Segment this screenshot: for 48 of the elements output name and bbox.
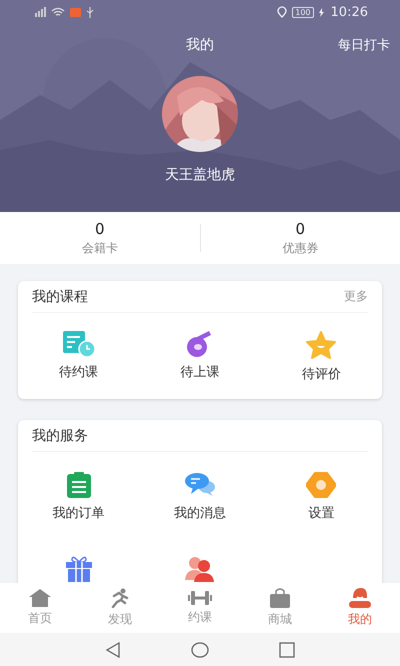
people-icon[interactable] [184, 556, 215, 582]
user-name: 天王盖地虎 [165, 166, 235, 184]
tab[interactable]: 我的 [320, 583, 400, 633]
dumbbell-icon [188, 590, 212, 606]
course-item[interactable]: 待上课 [139, 331, 261, 383]
tab[interactable]: 发现 [80, 583, 160, 633]
whistle-icon [186, 331, 213, 357]
settings-icon[interactable] [306, 472, 336, 498]
stat-count: 0 [94, 220, 105, 238]
item-label[interactable]: 我的消息 [174, 504, 226, 522]
person-icon [349, 588, 371, 608]
bag-icon [270, 588, 290, 608]
tab[interactable]: 首页 [0, 583, 80, 633]
usb-icon [86, 6, 94, 18]
course-item[interactable]: 待评价 [260, 331, 382, 383]
more-link[interactable]: 更多 [344, 288, 368, 305]
tab[interactable]: 商城 [240, 583, 320, 633]
recent-apps-icon[interactable] [279, 642, 295, 658]
item-label[interactable]: 设置 [308, 504, 334, 522]
home-icon [29, 589, 51, 607]
star-icon [306, 331, 336, 359]
location-icon [277, 6, 288, 18]
item-label: 待评价 [302, 366, 341, 383]
course-item[interactable]: 待约课 [18, 331, 140, 383]
clock-time: 10:26 [330, 4, 368, 20]
item-label: 待上课 [180, 364, 220, 381]
item-label[interactable]: 我的订单 [52, 504, 105, 522]
section-title: 我的服务 [32, 426, 88, 444]
app-icon [70, 8, 81, 16]
gift-icon[interactable] [66, 556, 92, 582]
battery-level: 100 [292, 6, 314, 18]
clipboard-icon[interactable] [66, 472, 91, 498]
tab[interactable]: 约课 [160, 583, 240, 633]
wifi-icon [51, 7, 65, 17]
stat-label: 会籍卡 [82, 240, 118, 256]
charging-icon [318, 8, 324, 16]
section-title: 我的课程 [32, 288, 88, 306]
chat-icon[interactable] [184, 472, 215, 498]
check-in-button[interactable]: 每日打卡 [338, 36, 390, 54]
stat-label: 优惠券 [282, 240, 318, 256]
signal-icon [34, 7, 46, 17]
schedule-icon [62, 331, 95, 357]
back-icon[interactable] [105, 642, 121, 658]
stat-count: 0 [295, 220, 306, 238]
page-title: 我的 [186, 36, 214, 54]
home-icon[interactable] [191, 642, 209, 658]
runner-icon [110, 588, 130, 608]
item-label: 待约课 [59, 364, 98, 381]
